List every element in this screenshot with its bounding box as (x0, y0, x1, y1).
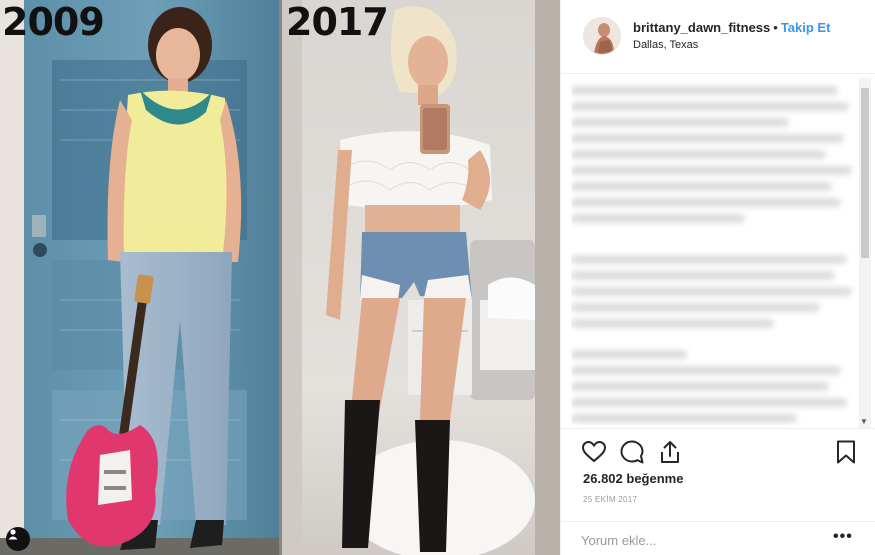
username-row: brittany_dawn_fitness • Takip Et (633, 20, 830, 35)
scrollbar-thumb[interactable] (861, 88, 869, 258)
user-tag-glyph (8, 529, 18, 540)
comment-bubble-icon[interactable] (619, 439, 645, 465)
location-link[interactable]: Dallas, Texas (633, 39, 698, 51)
scroll-down-arrow-icon[interactable]: ▼ (860, 417, 868, 426)
post-header: brittany_dawn_fitness • Takip Et Dallas, T… (561, 0, 875, 74)
bookmark-icon[interactable] (833, 439, 859, 465)
separator-dot: • (773, 20, 778, 35)
caption-scrollbar[interactable]: ▼ (859, 78, 871, 428)
blurred-caption (571, 80, 861, 425)
share-icon[interactable] (657, 439, 683, 465)
post-actions: 26.802 beğenme 25 EKİM 2017 ••• (561, 428, 875, 550)
blurred-paragraph (571, 255, 861, 335)
post-photo[interactable]: 2009 2017 (0, 0, 560, 555)
comment-input[interactable] (581, 530, 811, 550)
heart-icon[interactable] (581, 439, 607, 465)
like-count-label: beğenme (626, 471, 684, 486)
username-link[interactable]: brittany_dawn_fitness (633, 20, 770, 35)
blurred-paragraph (571, 350, 861, 425)
comment-bar: ••• (561, 521, 875, 555)
follow-button[interactable]: Takip Et (781, 20, 831, 35)
year-label-left: 2009 (2, 0, 105, 44)
blurred-paragraph (571, 86, 861, 230)
like-count[interactable]: 26.802 beğenme (583, 471, 683, 486)
year-label-right: 2017 (286, 0, 389, 44)
post-date[interactable]: 25 EKİM 2017 (583, 495, 637, 504)
post-sidebar: brittany_dawn_fitness • Takip Et Dallas, T… (560, 0, 875, 555)
like-count-number: 26.802 (583, 471, 623, 486)
user-tag-icon[interactable] (6, 527, 30, 551)
transformation-photo (0, 0, 560, 555)
avatar-image (584, 18, 620, 54)
avatar[interactable] (583, 17, 621, 55)
more-options-icon[interactable]: ••• (833, 528, 853, 546)
